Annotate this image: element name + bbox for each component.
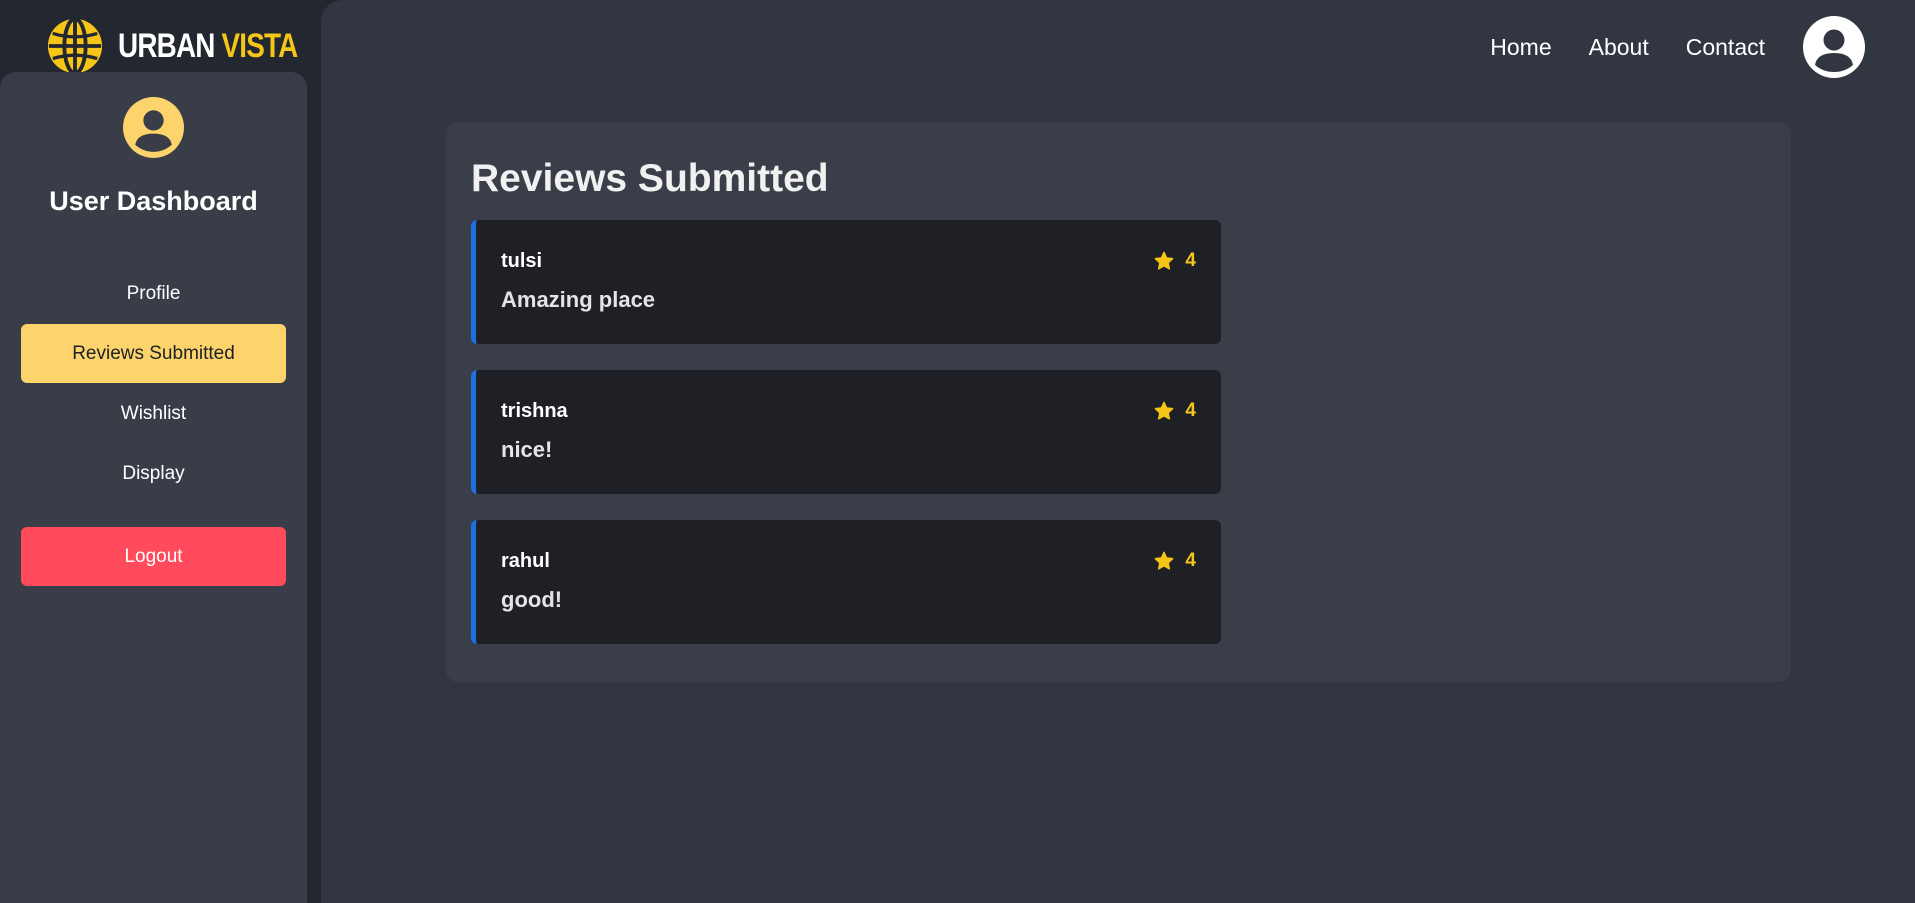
logout-button[interactable]: Logout	[21, 527, 286, 586]
sidebar-title: User Dashboard	[49, 186, 258, 216]
user-circle-icon	[123, 97, 184, 158]
sidebar: User Dashboard Profile Reviews Submitted…	[0, 72, 307, 903]
review-text: nice!	[501, 437, 553, 462]
reviews-panel: Reviews Submitted tulsi Amazing place 4 …	[446, 122, 1791, 682]
sidebar-nav: Profile Reviews Submitted Wishlist Displ…	[0, 264, 307, 586]
top-nav: Home About Contact	[1490, 16, 1865, 78]
review-rating: 4	[1153, 400, 1196, 422]
star-icon	[1155, 251, 1174, 270]
main-content: Home About Contact Reviews Submitted tul…	[321, 0, 1915, 903]
user-avatar-icon[interactable]	[1803, 16, 1865, 78]
sidebar-item-wishlist[interactable]: Wishlist	[21, 384, 286, 443]
review-user: trishna	[501, 400, 568, 422]
sidebar-item-profile[interactable]: Profile	[21, 264, 286, 323]
nav-link-contact[interactable]: Contact	[1686, 34, 1765, 61]
rating-value: 4	[1185, 250, 1196, 271]
rating-value: 4	[1185, 400, 1196, 421]
review-rating: 4	[1153, 550, 1196, 572]
page-title: Reviews Submitted	[471, 157, 829, 200]
page: URBAN VISTA User Dashboard Profile Revie…	[0, 0, 1915, 903]
globe-icon	[47, 17, 103, 75]
brand-word-vista: VISTA	[221, 26, 299, 65]
review-card: tulsi Amazing place 4	[471, 220, 1221, 344]
brand-word-urban: URBAN	[118, 26, 215, 65]
rating-value: 4	[1185, 550, 1196, 571]
review-card: trishna nice! 4	[471, 370, 1221, 494]
review-user: tulsi	[501, 250, 543, 272]
review-rating: 4	[1153, 250, 1196, 272]
review-card: rahul good! 4	[471, 520, 1221, 644]
nav-link-home[interactable]: Home	[1490, 34, 1551, 61]
review-list: tulsi Amazing place 4 trishna nice! 4 ra…	[471, 220, 1766, 644]
star-icon	[1155, 401, 1174, 420]
sidebar-item-display[interactable]: Display	[21, 444, 286, 503]
brand-logo[interactable]: URBAN VISTA	[46, 16, 337, 76]
review-text: Amazing place	[501, 287, 656, 312]
review-user: rahul	[501, 550, 550, 572]
sidebar-item-reviews-submitted[interactable]: Reviews Submitted	[21, 324, 286, 383]
review-text: good!	[501, 587, 563, 612]
nav-link-about[interactable]: About	[1589, 34, 1649, 61]
star-icon	[1155, 551, 1174, 570]
brand-name: URBAN VISTA	[118, 26, 299, 66]
